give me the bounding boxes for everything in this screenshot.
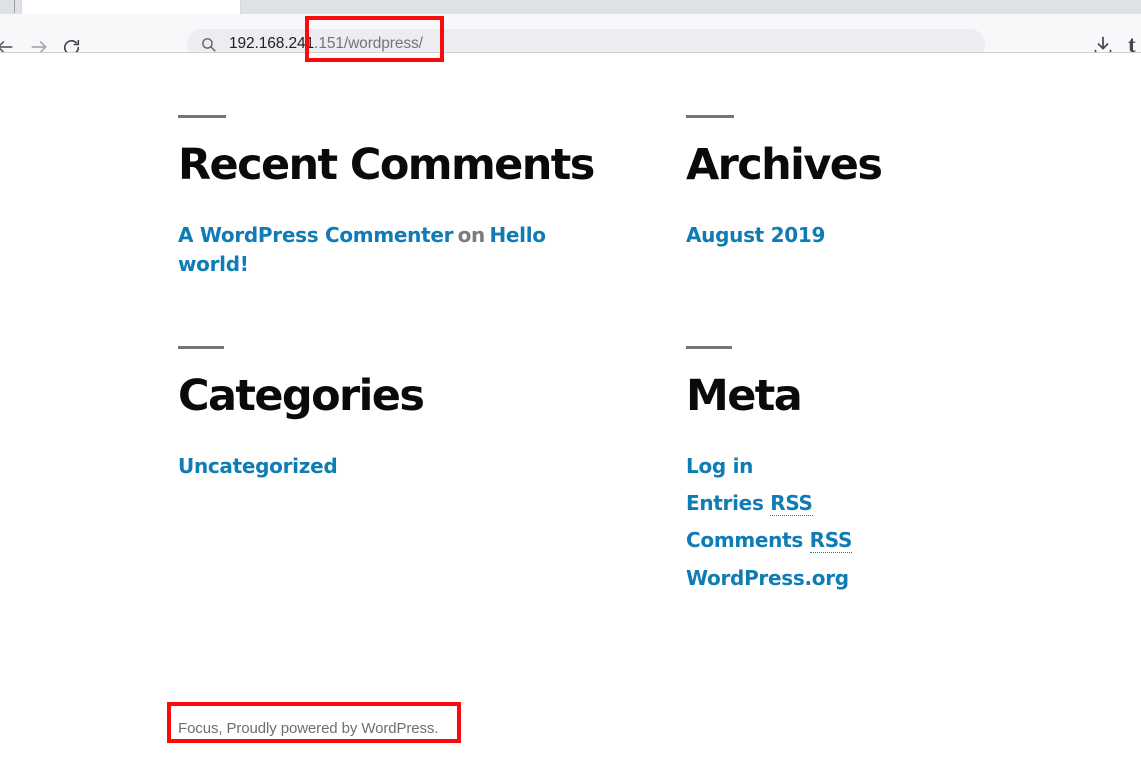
widget-title-recent-comments: Recent Comments (178, 140, 595, 190)
widget-recent-comments: Recent Comments A WordPress Commenter on… (178, 115, 618, 279)
search-icon (200, 36, 217, 53)
address-bar-text: 192.168.241.151/wordpress/ (229, 35, 423, 53)
widget-meta: Meta Log in Entries RSS Comments RSS Wor… (686, 346, 1066, 601)
list-item: August 2019 (686, 221, 1066, 250)
meta-link-login[interactable]: Log in (686, 454, 753, 478)
widget-archives: Archives August 2019 (686, 115, 1066, 258)
list-item: Entries RSS (686, 489, 1066, 518)
meta-link-wordpress-org-label: WordPress.org (686, 565, 849, 590)
browser-chrome: 192.168.241.151/wordpress/ t (0, 0, 1141, 59)
rss-abbr: RSS (809, 528, 853, 554)
widget-rule (178, 346, 224, 349)
tab-strip (0, 0, 1141, 14)
meta-link-wordpress-org[interactable]: WordPress.org (686, 566, 849, 590)
widget-rule (178, 115, 226, 118)
widget-title-categories: Categories (178, 371, 425, 421)
category-link-uncategorized[interactable]: Uncategorized (178, 454, 338, 478)
url-path: .151/wordpress/ (314, 35, 423, 52)
meta-link-entries-rss[interactable]: Entries RSS (686, 491, 813, 517)
widget-categories: Categories Uncategorized (178, 346, 618, 489)
list-item: Comments RSS (686, 526, 1066, 555)
comment-connector: on (457, 223, 486, 247)
widget-rule (686, 346, 732, 349)
browser-toolbar: 192.168.241.151/wordpress/ t (0, 14, 1141, 59)
meta-link-login-label: Log in (686, 454, 754, 478)
widget-title-archives: Archives (686, 140, 883, 190)
url-host: 192.168.241 (229, 35, 315, 52)
meta-link-comments-rss[interactable]: Comments RSS (686, 528, 853, 554)
tab-divider (14, 0, 15, 13)
widget-title-meta: Meta (686, 371, 803, 421)
browser-tab-active[interactable] (22, 0, 240, 14)
list-item: Uncategorized (178, 452, 618, 481)
site-footer-credit: Focus, Proudly powered by WordPress. (178, 720, 439, 737)
page-content: Recent Comments A WordPress Commenter on… (0, 53, 1141, 771)
meta-link-entries-label: Entries (686, 491, 771, 516)
list-item: Log in (686, 452, 1066, 481)
archives-list: August 2019 (686, 221, 1066, 250)
recent-comment-item: A WordPress Commenter on Hello world! (178, 221, 598, 279)
comment-author-link[interactable]: A WordPress Commenter (178, 223, 453, 247)
meta-link-comments-label: Comments (686, 528, 810, 553)
list-item: WordPress.org (686, 564, 1066, 593)
categories-list: Uncategorized (178, 452, 618, 481)
rss-abbr: RSS (770, 491, 813, 517)
widget-rule (686, 115, 734, 118)
meta-list: Log in Entries RSS Comments RSS WordPres… (686, 452, 1066, 593)
archive-link-august-2019[interactable]: August 2019 (686, 223, 825, 247)
